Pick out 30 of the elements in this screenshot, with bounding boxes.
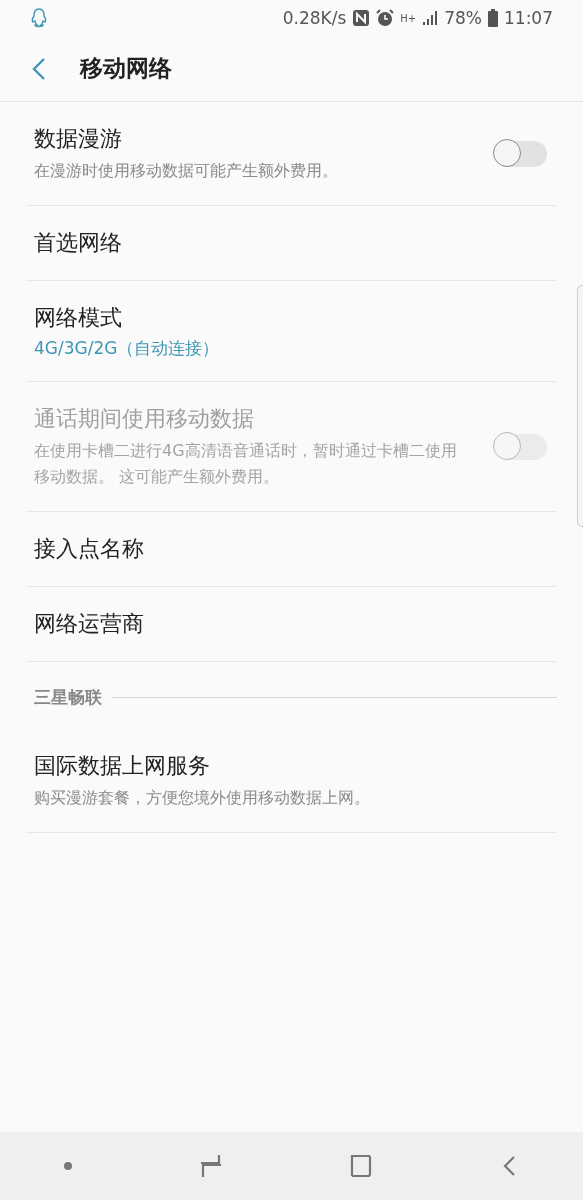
settings-row[interactable]: 网络模式 4G/3G/2G（自动连接） <box>26 281 557 382</box>
signal-icon <box>422 10 439 26</box>
settings-row[interactable]: 国际数据上网服务 购买漫游套餐，方便您境外使用移动数据上网。 <box>26 729 557 833</box>
alarm-icon <box>376 9 395 27</box>
setting-description: 购买漫游套餐，方便您境外使用移动数据上网。 <box>34 787 371 809</box>
settings-row[interactable]: 接入点名称 <box>26 512 557 587</box>
settings-row[interactable]: 网络运营商 <box>26 587 557 662</box>
network-type: H+ <box>400 12 417 24</box>
scroll-handle[interactable] <box>577 285 583 527</box>
setting-title: 国际数据上网服务 <box>34 752 211 780</box>
setting-description: 在漫游时使用移动数据可能产生额外费用。 <box>34 160 339 182</box>
section-header: 三星畅联 <box>34 686 102 709</box>
network-speed: 0.28K/s <box>282 8 347 28</box>
toggle-switch[interactable] <box>495 141 547 167</box>
clock: 11:07 <box>504 8 553 28</box>
setting-description: 在使用卡槽二进行4G高清语音通话时，暂时通过卡槽二使用移动数据。 这可能产生额外费用。 <box>34 440 458 488</box>
nfc-icon <box>352 9 371 27</box>
setting-title: 数据漫游 <box>34 125 123 153</box>
setting-title: 首选网络 <box>34 229 123 257</box>
battery-percent: 78% <box>444 8 482 28</box>
setting-title: 接入点名称 <box>34 535 145 563</box>
penguin-icon <box>30 8 48 28</box>
page-title: 移动网络 <box>80 54 172 83</box>
settings-row[interactable]: 首选网络 <box>26 206 557 281</box>
battery-icon <box>488 9 498 27</box>
setting-value: 4G/3G/2G（自动连接） <box>34 337 221 360</box>
setting-title: 网络运营商 <box>34 610 145 638</box>
settings-row[interactable]: 数据漫游 在漫游时使用移动数据可能产生额外费用。 <box>26 102 557 206</box>
setting-title: 网络模式 <box>34 304 123 332</box>
setting-title: 通话期间使用移动数据 <box>34 405 255 433</box>
